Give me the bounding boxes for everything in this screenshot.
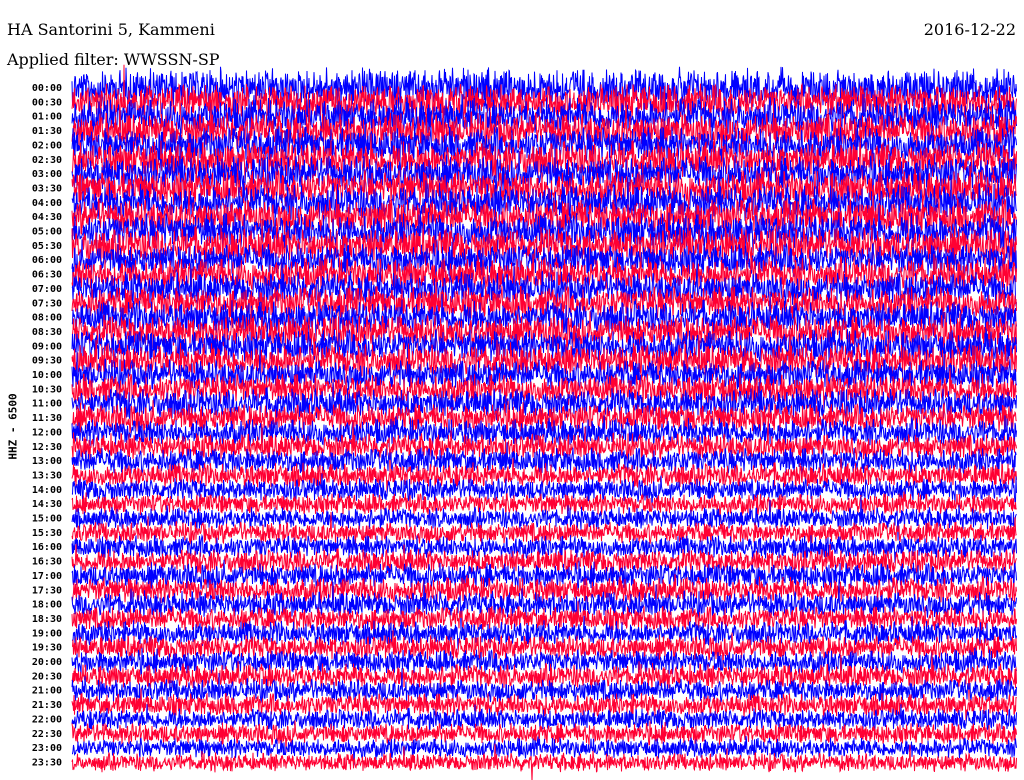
row-time-label: 04:30 <box>32 212 62 223</box>
row-time-label: 05:30 <box>32 241 62 252</box>
row-time-label: 11:30 <box>32 413 62 424</box>
row-time-label: 13:00 <box>32 456 62 467</box>
row-time-label: 14:00 <box>32 485 62 496</box>
row-time-label: 00:00 <box>32 83 62 94</box>
row-time-label: 21:00 <box>32 686 62 697</box>
row-time-label: 11:00 <box>32 399 62 410</box>
row-time-label: 22:30 <box>32 729 62 740</box>
row-time-label: 06:30 <box>32 270 62 281</box>
row-time-label: 07:00 <box>32 284 62 295</box>
row-time-label: 16:00 <box>32 542 62 553</box>
row-time-label: 08:30 <box>32 327 62 338</box>
row-time-label: 09:00 <box>32 341 62 352</box>
row-time-label: 16:30 <box>32 557 62 568</box>
row-time-label: 23:00 <box>32 743 62 754</box>
row-time-label: 23:30 <box>32 757 62 768</box>
row-time-label: 17:00 <box>32 571 62 582</box>
row-time-label: 09:30 <box>32 356 62 367</box>
row-time-label: 00:30 <box>32 97 62 108</box>
row-time-label: 12:30 <box>32 442 62 453</box>
row-time-label: 07:30 <box>32 298 62 309</box>
row-time-label: 06:00 <box>32 255 62 266</box>
row-time-label: 01:30 <box>32 126 62 137</box>
row-time-label: 21:30 <box>32 700 62 711</box>
row-time-label: 03:30 <box>32 183 62 194</box>
row-time-label: 18:30 <box>32 614 62 625</box>
row-time-label: 01:00 <box>32 112 62 123</box>
row-time-label: 02:00 <box>32 140 62 151</box>
row-time-label: 10:00 <box>32 370 62 381</box>
row-time-label: 15:30 <box>32 528 62 539</box>
row-time-label: 15:00 <box>32 514 62 525</box>
row-time-label: 19:00 <box>32 628 62 639</box>
row-time-label: 14:30 <box>32 499 62 510</box>
row-time-label: 17:30 <box>32 585 62 596</box>
row-time-label: 03:00 <box>32 169 62 180</box>
row-time-label: 20:00 <box>32 657 62 668</box>
row-time-label: 12:00 <box>32 427 62 438</box>
row-time-label: 10:30 <box>32 384 62 395</box>
row-time-label: 18:00 <box>32 600 62 611</box>
row-time-label: 20:30 <box>32 671 62 682</box>
row-time-label: 19:30 <box>32 643 62 654</box>
row-time-label: 22:00 <box>32 714 62 725</box>
row-time-label: 02:30 <box>32 155 62 166</box>
row-time-label: 05:00 <box>32 227 62 238</box>
row-time-label: 04:00 <box>32 198 62 209</box>
helicorder-plot: 00:00 00:30 01:00 01:30 02:00 02:30 03:00 03:30… <box>32 64 1017 780</box>
row-time-label: 13:30 <box>32 470 62 481</box>
row-time-label: 08:00 <box>32 313 62 324</box>
